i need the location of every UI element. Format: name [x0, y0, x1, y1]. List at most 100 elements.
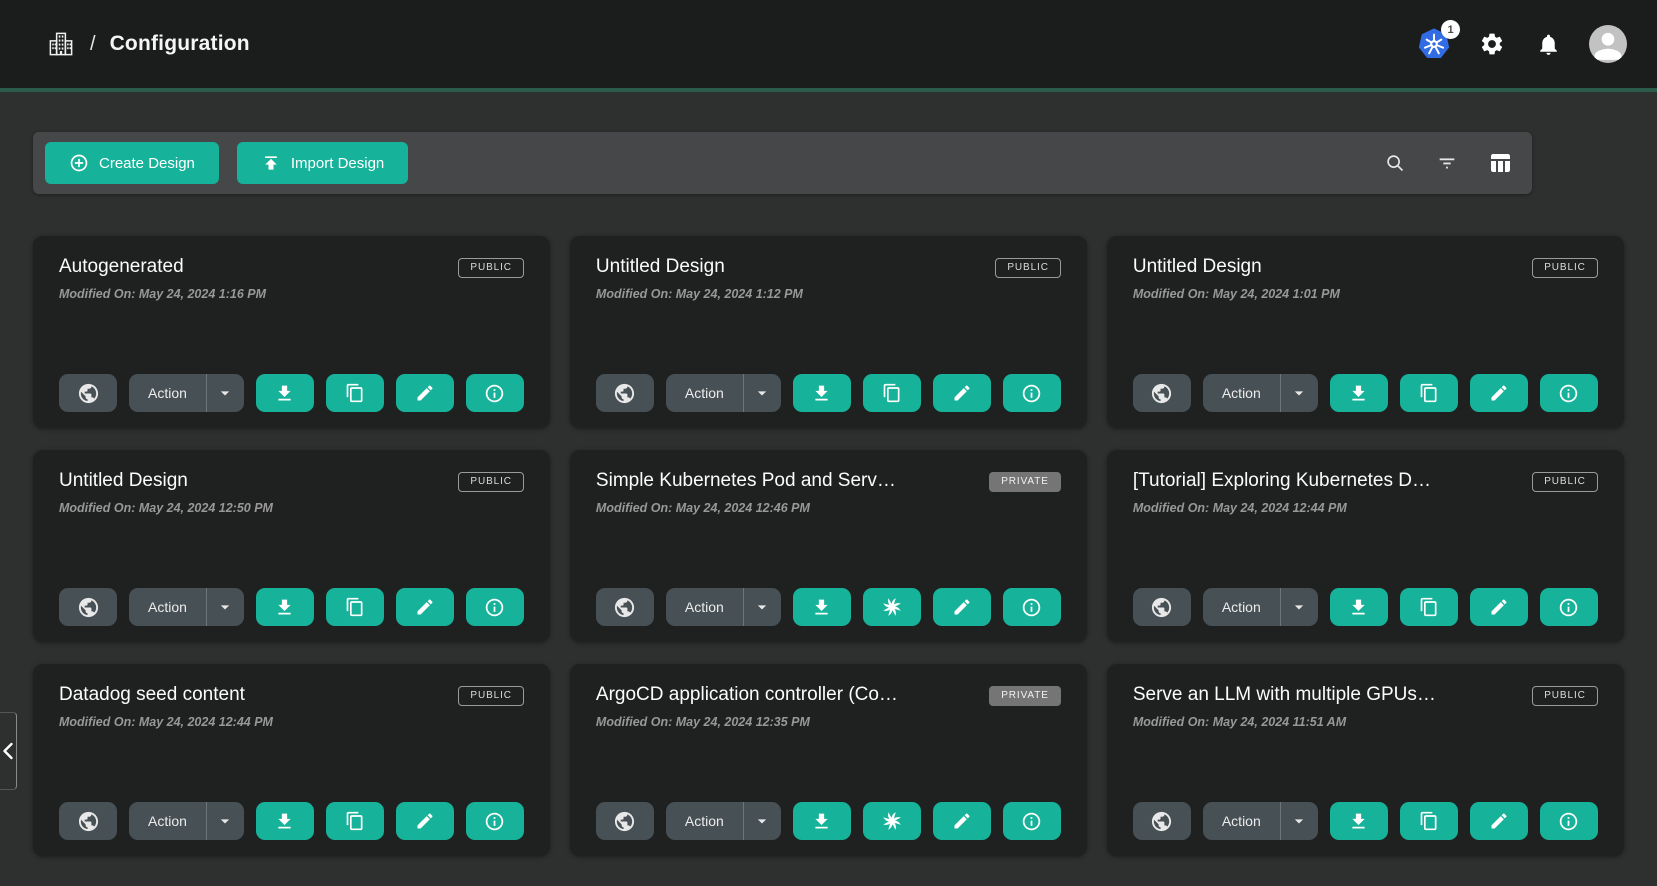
info-button[interactable]	[1003, 588, 1061, 626]
chevron-down-icon	[1289, 597, 1309, 617]
action-button[interactable]: Action	[1203, 588, 1280, 626]
download-button[interactable]	[1330, 802, 1388, 840]
clone-button[interactable]	[326, 802, 384, 840]
download-icon	[274, 383, 295, 404]
designs-toolbar: Create Design Import Design	[33, 132, 1532, 194]
action-button[interactable]: Action	[129, 588, 206, 626]
chevron-down-icon	[752, 383, 772, 403]
visibility-globe-button[interactable]	[59, 588, 117, 626]
visibility-globe-button[interactable]	[59, 374, 117, 412]
filter-icon[interactable]	[1436, 152, 1458, 174]
breadcrumb: / Configuration	[46, 29, 250, 59]
action-dropdown-button[interactable]	[744, 588, 781, 626]
search-icon[interactable]	[1384, 152, 1406, 174]
clone-button[interactable]	[326, 588, 384, 626]
modified-on-label: Modified On: May 24, 2024 12:46 PM	[596, 501, 1061, 515]
visibility-globe-button[interactable]	[1133, 588, 1191, 626]
edit-button[interactable]	[396, 802, 454, 840]
page-title: Configuration	[110, 32, 250, 56]
edit-button[interactable]	[933, 374, 991, 412]
clone-button[interactable]	[863, 802, 921, 840]
visibility-globe-button[interactable]	[596, 802, 654, 840]
action-dropdown-button[interactable]	[207, 588, 244, 626]
clone-button[interactable]	[1400, 802, 1458, 840]
action-button[interactable]: Action	[666, 802, 743, 840]
design-card: Untitled Design PUBLIC Modified On: May …	[1107, 236, 1624, 428]
modified-on-label: Modified On: May 24, 2024 12:50 PM	[59, 501, 524, 515]
organization-building-icon[interactable]	[46, 29, 76, 59]
visibility-badge: PUBLIC	[1532, 686, 1598, 706]
info-button[interactable]	[1003, 802, 1061, 840]
settings-gear-icon[interactable]	[1477, 29, 1507, 59]
download-button[interactable]	[256, 802, 314, 840]
visibility-badge: PUBLIC	[458, 258, 524, 278]
download-button[interactable]	[256, 588, 314, 626]
action-split-button: Action	[129, 802, 244, 840]
action-button[interactable]: Action	[129, 374, 206, 412]
edit-button[interactable]	[1470, 588, 1528, 626]
action-button[interactable]: Action	[129, 802, 206, 840]
import-design-label: Import Design	[291, 155, 384, 172]
edit-button[interactable]	[396, 588, 454, 626]
action-button[interactable]: Action	[1203, 802, 1280, 840]
action-dropdown-button[interactable]	[1281, 374, 1318, 412]
action-dropdown-button[interactable]	[207, 802, 244, 840]
action-dropdown-button[interactable]	[744, 374, 781, 412]
modified-on-label: Modified On: May 24, 2024 1:01 PM	[1133, 287, 1598, 301]
edit-button[interactable]	[1470, 802, 1528, 840]
download-button[interactable]	[1330, 374, 1388, 412]
clone-button[interactable]	[863, 374, 921, 412]
chevron-down-icon	[1289, 811, 1309, 831]
notifications-bell-icon[interactable]	[1533, 29, 1563, 59]
chevron-down-icon	[215, 811, 235, 831]
download-button[interactable]	[793, 588, 851, 626]
create-design-button[interactable]: Create Design	[45, 142, 219, 184]
action-split-button: Action	[666, 374, 781, 412]
clone-button[interactable]	[326, 374, 384, 412]
clone-button[interactable]	[1400, 588, 1458, 626]
kubernetes-context-button[interactable]: 1	[1417, 27, 1451, 61]
pencil-icon	[952, 383, 972, 403]
info-button[interactable]	[1540, 802, 1598, 840]
download-button[interactable]	[793, 374, 851, 412]
design-title: Serve an LLM with multiple GPUs…	[1133, 684, 1436, 706]
sidebar-expand-handle[interactable]	[0, 712, 17, 790]
action-split-button: Action	[1203, 802, 1318, 840]
chevron-left-icon	[2, 742, 15, 760]
info-button[interactable]	[1003, 374, 1061, 412]
visibility-badge: PUBLIC	[1532, 258, 1598, 278]
info-button[interactable]	[1540, 374, 1598, 412]
info-button[interactable]	[466, 802, 524, 840]
edit-button[interactable]	[396, 374, 454, 412]
user-avatar[interactable]	[1589, 25, 1627, 63]
action-dropdown-button[interactable]	[1281, 588, 1318, 626]
visibility-globe-button[interactable]	[596, 588, 654, 626]
edit-button[interactable]	[933, 588, 991, 626]
info-button[interactable]	[466, 374, 524, 412]
visibility-globe-button[interactable]	[596, 374, 654, 412]
action-button[interactable]: Action	[666, 588, 743, 626]
action-dropdown-button[interactable]	[1281, 802, 1318, 840]
clone-button[interactable]	[1400, 374, 1458, 412]
download-button[interactable]	[256, 374, 314, 412]
table-view-icon[interactable]	[1488, 151, 1512, 175]
import-design-button[interactable]: Import Design	[237, 142, 408, 184]
action-button[interactable]: Action	[666, 374, 743, 412]
action-dropdown-button[interactable]	[207, 374, 244, 412]
visibility-globe-button[interactable]	[59, 802, 117, 840]
clone-button[interactable]	[863, 588, 921, 626]
edit-button[interactable]	[1470, 374, 1528, 412]
breadcrumb-separator: /	[90, 33, 96, 56]
download-button[interactable]	[1330, 588, 1388, 626]
visibility-globe-button[interactable]	[1133, 802, 1191, 840]
copy-icon	[882, 383, 902, 403]
globe-icon	[77, 596, 100, 619]
action-button[interactable]: Action	[1203, 374, 1280, 412]
chevron-down-icon	[1289, 383, 1309, 403]
download-button[interactable]	[793, 802, 851, 840]
visibility-globe-button[interactable]	[1133, 374, 1191, 412]
edit-button[interactable]	[933, 802, 991, 840]
info-button[interactable]	[466, 588, 524, 626]
info-button[interactable]	[1540, 588, 1598, 626]
action-dropdown-button[interactable]	[744, 802, 781, 840]
